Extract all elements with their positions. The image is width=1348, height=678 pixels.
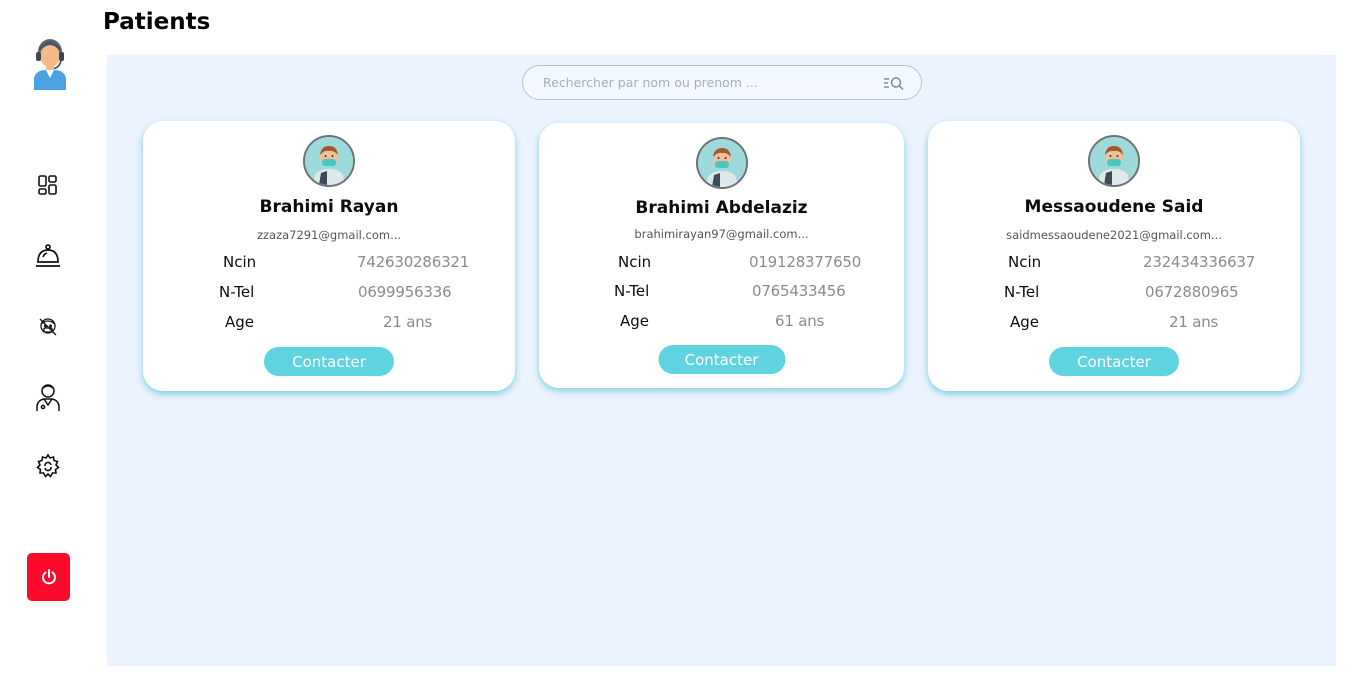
patient-face-icon: [39, 318, 57, 336]
ncin-label: Ncin: [618, 253, 652, 271]
patient-name: Brahimi Abdelaziz: [635, 198, 808, 218]
ncin-row: Ncin 742630286321: [143, 253, 515, 273]
contact-button[interactable]: Contacter: [658, 345, 785, 374]
power-icon: [41, 569, 56, 585]
age-row: Age 61 ans: [539, 312, 904, 332]
service-bell-icon: [36, 244, 60, 267]
ntel-value: 0699956336: [358, 283, 452, 301]
age-value: 61 ans: [775, 312, 825, 330]
ncin-label: Ncin: [1008, 253, 1042, 271]
search-list-icon[interactable]: [883, 75, 905, 91]
ncin-value: 232434336637: [1143, 253, 1256, 271]
patient-email: saidmessaoudene2021@gmail.com...: [1006, 228, 1222, 242]
sidebar: [0, 0, 96, 678]
patient-email: brahimirayan97@gmail.com...: [634, 227, 809, 241]
contact-button[interactable]: Contacter: [264, 347, 394, 376]
ntel-label: N-Tel: [1004, 283, 1040, 301]
patient-name: Messaoudene Said: [1024, 197, 1204, 217]
ncin-value: 742630286321: [357, 253, 470, 271]
receptionist-avatar-icon: [30, 36, 70, 90]
ntel-value: 0672880965: [1145, 283, 1239, 301]
age-label: Age: [225, 313, 255, 331]
search-bar: [522, 65, 922, 100]
dashboard-grid-icon: [38, 175, 57, 195]
patient-avatar-icon: [695, 137, 748, 189]
ncin-row: Ncin 019128377650: [539, 253, 904, 273]
ntel-row: N-Tel 0765433456: [539, 282, 904, 302]
sidebar-item-patients[interactable]: [33, 312, 63, 342]
ncin-row: Ncin 232434336637: [928, 253, 1300, 273]
page-title: Patients: [103, 9, 211, 35]
age-value: 21 ans: [1169, 313, 1219, 331]
search-input[interactable]: [543, 75, 883, 90]
patient-avatar-icon: [1088, 135, 1140, 187]
patient-name: Brahimi Rayan: [259, 197, 399, 217]
sidebar-item-dashboard[interactable]: [33, 170, 63, 200]
patient-card: Messaoudene Said saidmessaoudene2021@gma…: [928, 121, 1300, 391]
ntel-label: N-Tel: [614, 282, 650, 300]
sidebar-item-reception[interactable]: [33, 241, 63, 271]
age-label: Age: [1010, 313, 1040, 331]
main-content: Brahimi Rayan zzaza7291@gmail.com... Nci…: [107, 55, 1336, 666]
sidebar-item-doctors[interactable]: [33, 382, 63, 412]
patient-card: Brahimi Abdelaziz brahimirayan97@gmail.c…: [539, 123, 904, 388]
ntel-row: N-Tel 0672880965: [928, 283, 1300, 303]
patient-email: zzaza7291@gmail.com...: [256, 228, 402, 242]
ncin-label: Ncin: [223, 253, 257, 271]
gear-icon: [36, 453, 60, 478]
age-row: Age 21 ans: [143, 313, 515, 333]
ncin-value: 019128377650: [749, 253, 862, 271]
contact-button[interactable]: Contacter: [1049, 347, 1179, 376]
ntel-row: N-Tel 0699956336: [143, 283, 515, 303]
doctor-icon: [36, 384, 60, 411]
sidebar-item-settings[interactable]: [33, 451, 63, 481]
ntel-value: 0765433456: [752, 282, 846, 300]
logout-button[interactable]: [27, 553, 70, 601]
patient-avatar-icon: [303, 135, 355, 187]
age-row: Age 21 ans: [928, 313, 1300, 333]
age-label: Age: [620, 312, 650, 330]
ntel-label: N-Tel: [219, 283, 255, 301]
age-value: 21 ans: [383, 313, 433, 331]
patient-card: Brahimi Rayan zzaza7291@gmail.com... Nci…: [143, 121, 515, 391]
